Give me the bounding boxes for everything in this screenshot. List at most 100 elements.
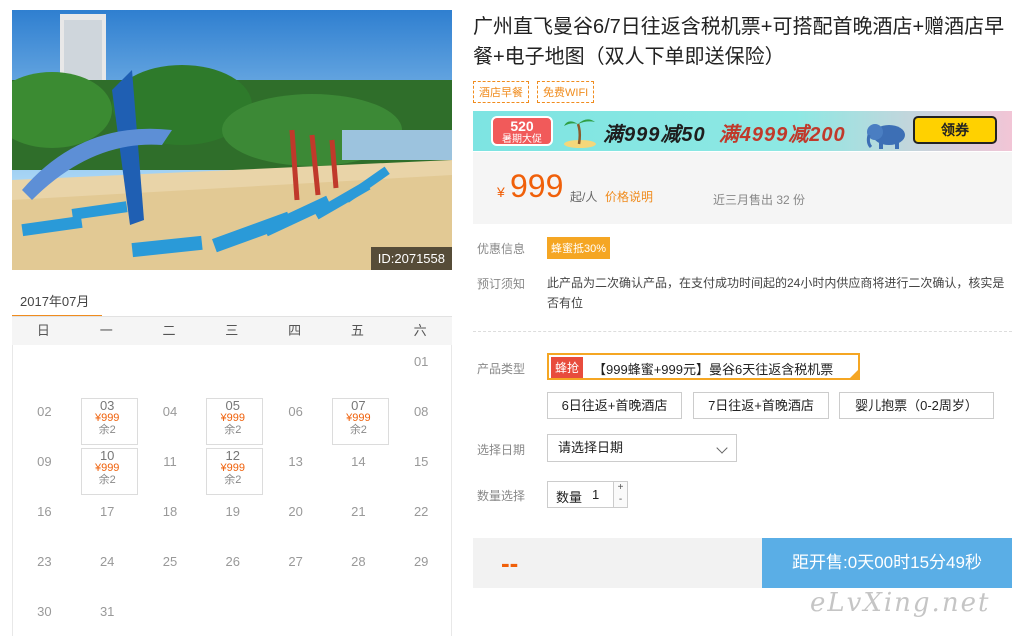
- tag-wifi: 免费WIFI: [537, 81, 595, 103]
- calendar-day: 27: [264, 545, 327, 595]
- calendar-day-number: 23: [37, 554, 52, 569]
- countdown-button[interactable]: 距开售:0天00时15分49秒: [762, 538, 1012, 588]
- calendar-day: 01: [390, 345, 453, 395]
- promo-badge-number: 520: [510, 118, 534, 134]
- chevron-down-icon: [716, 442, 728, 454]
- quantity-value[interactable]: 1: [592, 487, 599, 502]
- calendar-day: 23: [13, 545, 76, 595]
- calendar-day-number: 15: [413, 454, 429, 469]
- calendar-day-number: 30: [37, 604, 52, 619]
- product-photo[interactable]: ID:2071558: [12, 10, 452, 270]
- calendar-day: 20: [264, 495, 327, 545]
- booking-notice-text: 此产品为二次确认产品，在支付成功时间起的24小时内供应商将进行二次确认，核实是否…: [547, 276, 1005, 310]
- calendar-day: 26: [201, 545, 264, 595]
- calendar-day-available[interactable]: 12 ¥999 余2: [201, 445, 264, 495]
- discount-tag: 蜂蜜抵30%: [547, 237, 611, 259]
- quantity-minus-button[interactable]: -: [613, 494, 627, 507]
- calendar-day-number: 21: [351, 504, 366, 519]
- calendar-day: 31: [76, 595, 139, 636]
- calendar-blank: [76, 345, 139, 395]
- calendar-day-price: ¥999: [94, 412, 120, 424]
- calendar-day: 19: [201, 495, 264, 545]
- calendar-day-available[interactable]: 03 ¥999 余2: [76, 395, 139, 445]
- calendar-day-number: 19: [225, 504, 241, 519]
- calendar-day-number: 18: [162, 504, 178, 519]
- calendar-day-number: 31: [99, 604, 115, 619]
- calendar-day: 14: [327, 445, 390, 495]
- quantity-label: 数量选择: [477, 489, 526, 503]
- product-type-option-7day[interactable]: 7日往返+首晚酒店: [693, 392, 829, 419]
- calendar-day-available[interactable]: 05 ¥999 余2: [201, 395, 264, 445]
- calendar-month-tab[interactable]: 2017年07月: [12, 288, 102, 318]
- date-label: 选择日期: [477, 443, 526, 457]
- calendar-day-remaining: 余2: [98, 424, 116, 436]
- sold-count: 近三月售出 32 份: [713, 193, 806, 207]
- calendar-day: 11: [139, 445, 202, 495]
- calendar-day: 29: [390, 545, 453, 595]
- date-select[interactable]: 请选择日期: [547, 434, 737, 462]
- calendar-day-price: ¥999: [94, 462, 120, 474]
- weekday-label: 二: [162, 323, 176, 338]
- calendar-day-remaining: 余2: [224, 474, 242, 486]
- weekday-label: 三: [225, 323, 239, 338]
- price-box: ¥ 999 起/人 价格说明 近三月售出 32 份: [473, 152, 1012, 224]
- calendar-day: 22: [390, 495, 453, 545]
- calendar-day-number: 01: [413, 354, 429, 369]
- calendar-day-remaining: 余2: [349, 424, 367, 436]
- promo-badge-text: 暑期大促: [502, 134, 542, 145]
- get-coupon-button[interactable]: 领券: [913, 116, 997, 144]
- calendar-day-price: ¥999: [220, 462, 246, 474]
- calendar-day-number: 29: [413, 554, 429, 569]
- selected-corner-mark: [850, 370, 858, 378]
- calendar-day-number: 05: [225, 398, 241, 413]
- product-type-option-6day[interactable]: 6日往返+首晚酒店: [547, 392, 682, 419]
- calendar-day: 08: [390, 395, 453, 445]
- promo-banner[interactable]: 520 暑期大促 满999减50 满4999减200 领券: [473, 111, 1012, 151]
- calendar-day-number: 04: [162, 404, 178, 419]
- calendar-day-number: 13: [288, 454, 303, 469]
- calendar-day-number: 06: [288, 404, 303, 419]
- calendar-day-number: 11: [163, 454, 177, 469]
- calendar-day-number: 20: [288, 504, 303, 519]
- calendar-blank: [264, 345, 327, 395]
- calendar-day: 30: [13, 595, 76, 636]
- promo-offer: 满999减50 满4999减200: [603, 118, 846, 147]
- quantity-stepper[interactable]: 数量 1 + -: [547, 481, 628, 508]
- date-select-placeholder: 请选择日期: [558, 440, 624, 455]
- tag-breakfast: 酒店早餐: [473, 81, 529, 103]
- calendar-day-price: ¥999: [220, 412, 246, 424]
- price-currency: ¥: [497, 184, 505, 200]
- calendar-day: 28: [327, 545, 390, 595]
- calendar-blank: [201, 345, 264, 395]
- calendar-day-number: 16: [37, 504, 52, 519]
- price-unit: 起/人: [570, 190, 598, 204]
- watermark: eLvXing.net: [810, 588, 991, 618]
- elephant-icon: [866, 124, 905, 149]
- calendar-day-number: 17: [99, 504, 115, 519]
- product-type-label: 产品类型: [477, 362, 526, 376]
- beach-image: [12, 10, 452, 270]
- price-explain-link[interactable]: 价格说明: [605, 188, 653, 205]
- calendar-day-price: ¥999: [346, 412, 371, 424]
- calendar-day-number: 14: [351, 454, 366, 469]
- calendar-day-number: 12: [225, 448, 241, 463]
- offer-999-50: 满999减50: [603, 124, 706, 146]
- booking-notice-label: 预订须知: [477, 277, 526, 291]
- product-title: 广州直飞曼谷6/7日往返含税机票+可搭配首晚酒店+赠酒店早餐+电子地图（双人下单…: [473, 16, 1005, 68]
- calendar-day-available[interactable]: 10 ¥999 余2: [76, 445, 139, 495]
- product-type-option-infant[interactable]: 婴儿抱票（0-2周岁）: [839, 392, 994, 419]
- weekday-label: 日: [36, 323, 50, 338]
- calendar-day-number: 08: [413, 404, 429, 419]
- calendar-day: 17: [76, 495, 139, 545]
- calendar-day-remaining: 余2: [98, 474, 116, 486]
- calendar-day: 06: [264, 395, 327, 445]
- calendar-day: 16: [13, 495, 76, 545]
- calendar-day-number: 27: [288, 554, 303, 569]
- calendar-weekday-header: 日一二三四五六: [12, 317, 452, 345]
- product-type-selected[interactable]: 蜂抢 【999蜂蜜+999元】曼谷6天往返含税机票: [547, 353, 860, 380]
- weekday-label: 一: [99, 323, 113, 338]
- calendar-day-available[interactable]: 07 ¥999 余2: [327, 395, 390, 445]
- total-price-placeholder: --: [501, 548, 519, 578]
- weekday-label: 四: [288, 323, 302, 338]
- weekday-label: 六: [413, 323, 427, 338]
